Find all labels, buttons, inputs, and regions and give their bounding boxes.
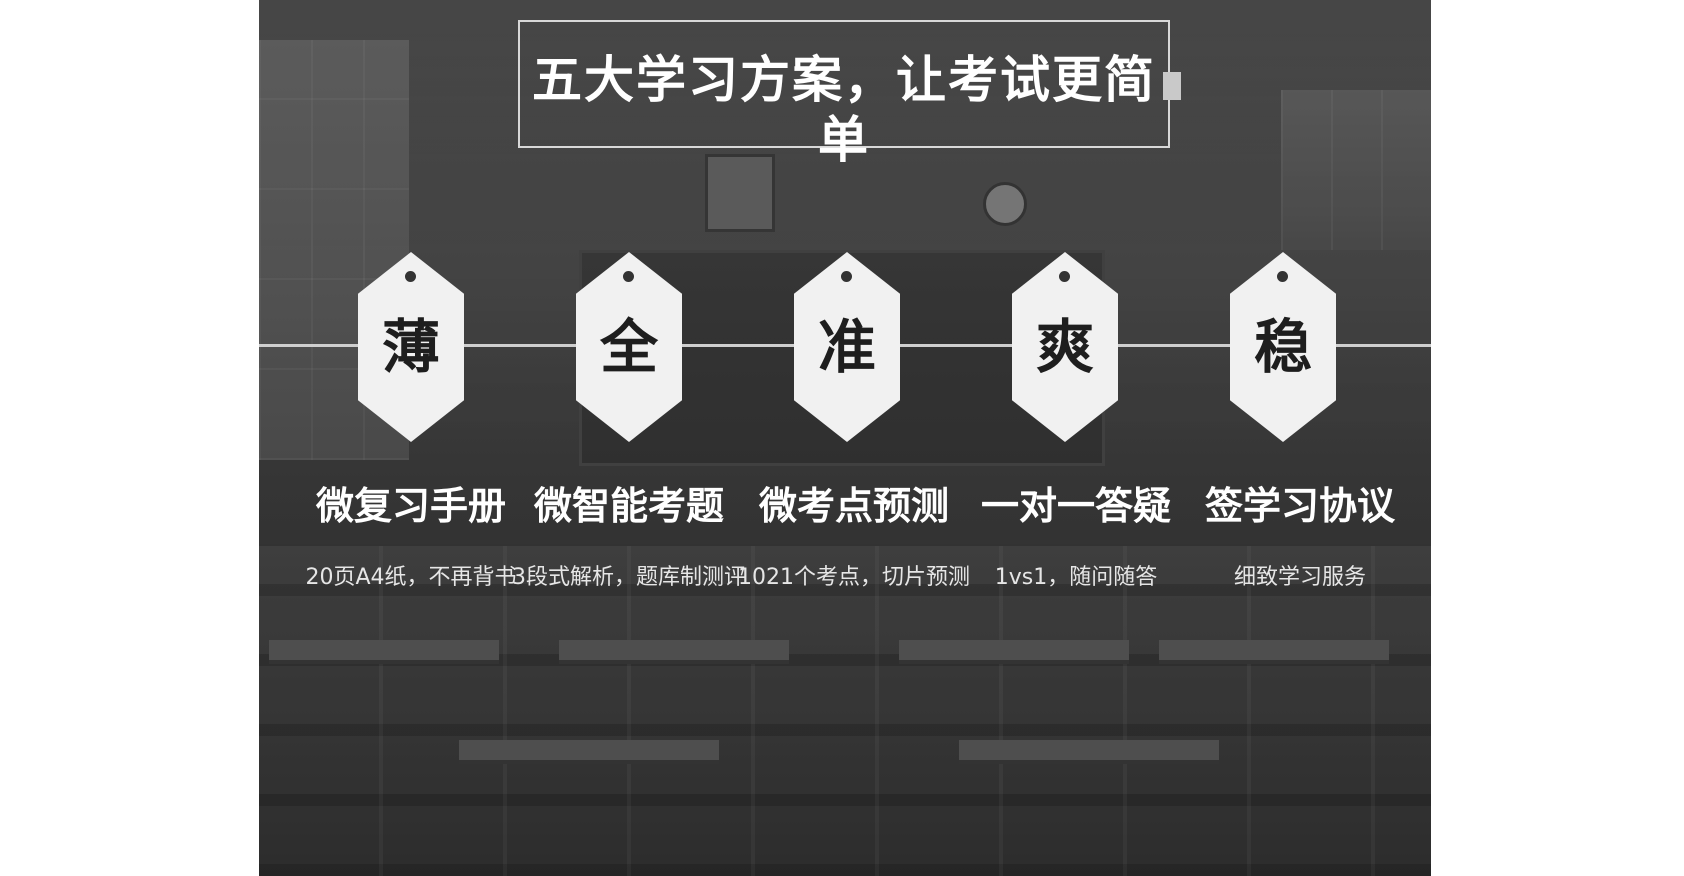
tag-hole (1059, 271, 1070, 282)
item-title: 微智能考题 (533, 484, 724, 528)
item-desc: 3段式解析，题库制测评 (512, 565, 746, 590)
tag-char: 准 (817, 313, 876, 381)
item-title: 一对一答疑 (980, 484, 1171, 528)
tag-hole (623, 271, 634, 282)
item-title: 微复习手册 (315, 484, 506, 528)
tag-char: 全 (599, 313, 658, 381)
item-desc: 细致学习服务 (1233, 565, 1366, 590)
tag-hole (1277, 271, 1288, 282)
item-desc: 1021个考点，切片预测 (738, 565, 970, 590)
item-desc: 1vs1，随问随答 (994, 565, 1158, 590)
tag-char: 薄 (381, 313, 440, 381)
page: 五大学习方案，让考试更简单 薄 微复习手册 20页A4纸，不再背书 全 微智能考… (0, 0, 1684, 876)
tag-char: 爽 (1035, 313, 1094, 381)
tag-hole (841, 271, 852, 282)
title-accent (1163, 72, 1181, 100)
title-box: 五大学习方案，让考试更简单 (518, 20, 1170, 169)
item-title: 签学习协议 (1204, 484, 1395, 528)
page-title: 五大学习方案，让考试更简单 (532, 51, 1156, 169)
item-title: 微考点预测 (758, 484, 949, 528)
item-desc: 20页A4纸，不再背书 (305, 565, 517, 590)
tag-hole (405, 271, 416, 282)
tag-char: 稳 (1253, 313, 1312, 381)
